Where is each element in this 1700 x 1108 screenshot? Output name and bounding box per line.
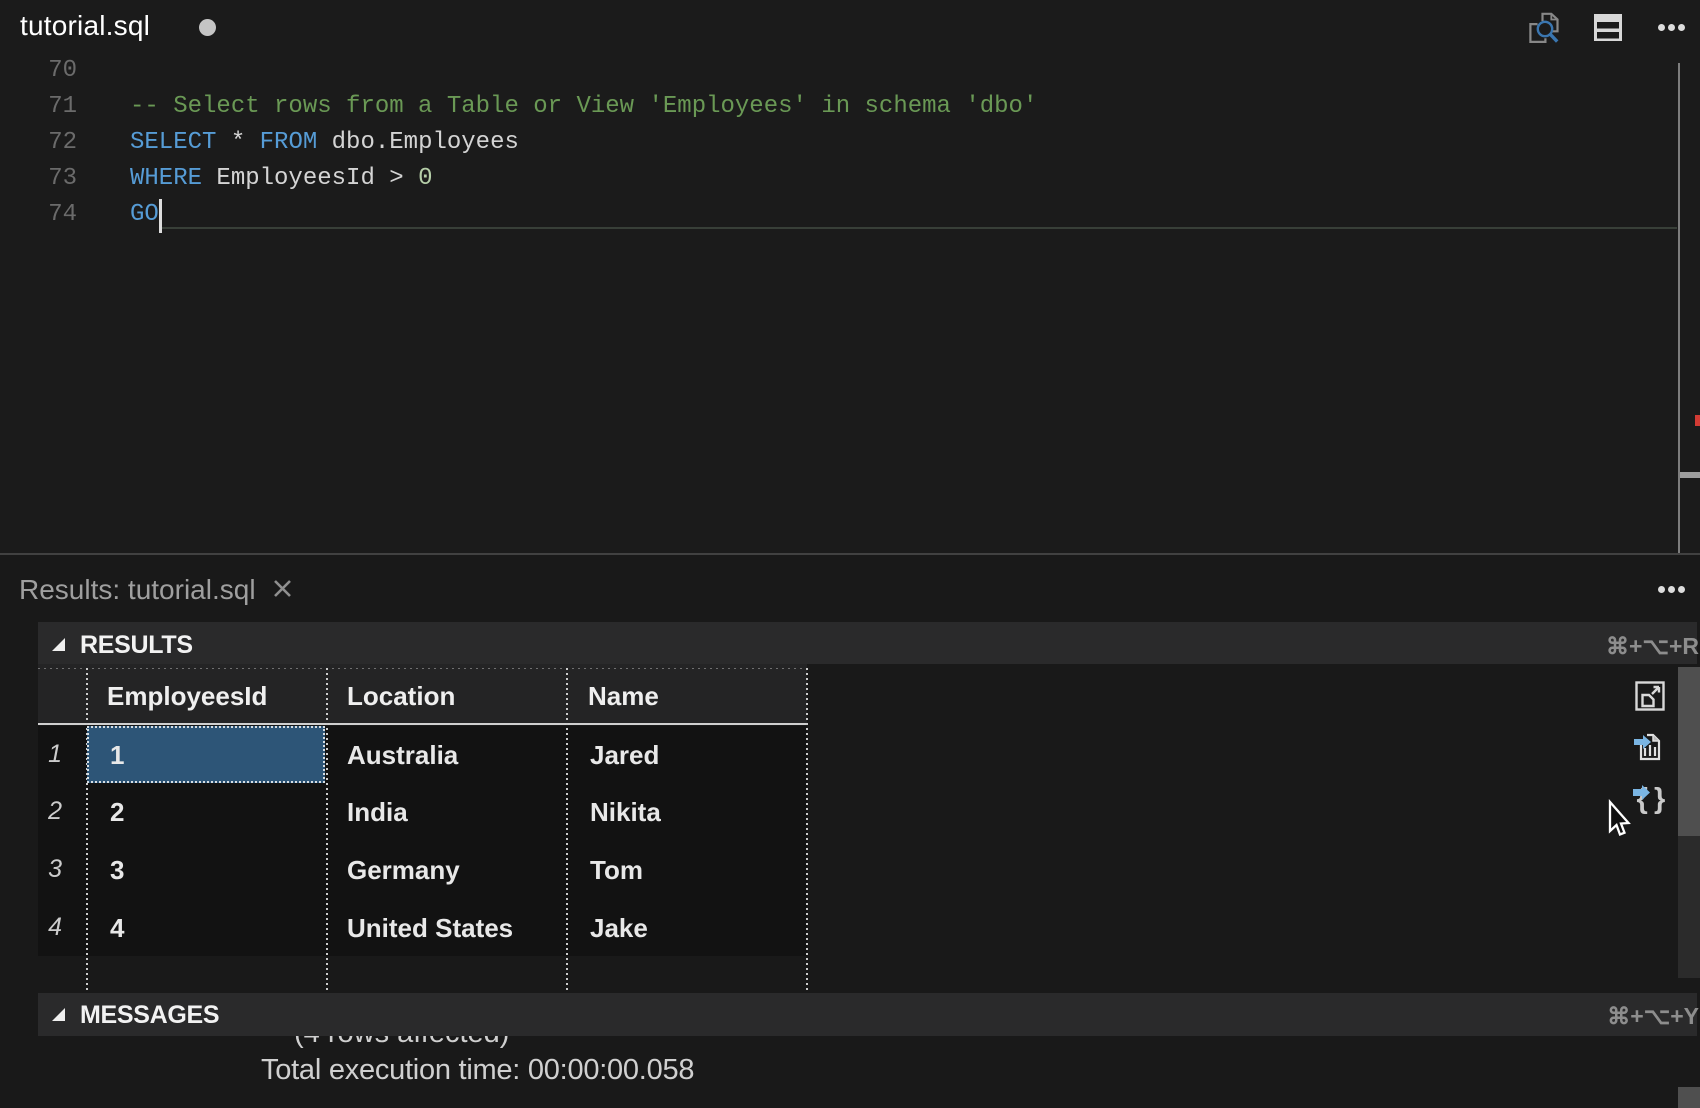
svg-text:}: }: [1654, 783, 1665, 815]
